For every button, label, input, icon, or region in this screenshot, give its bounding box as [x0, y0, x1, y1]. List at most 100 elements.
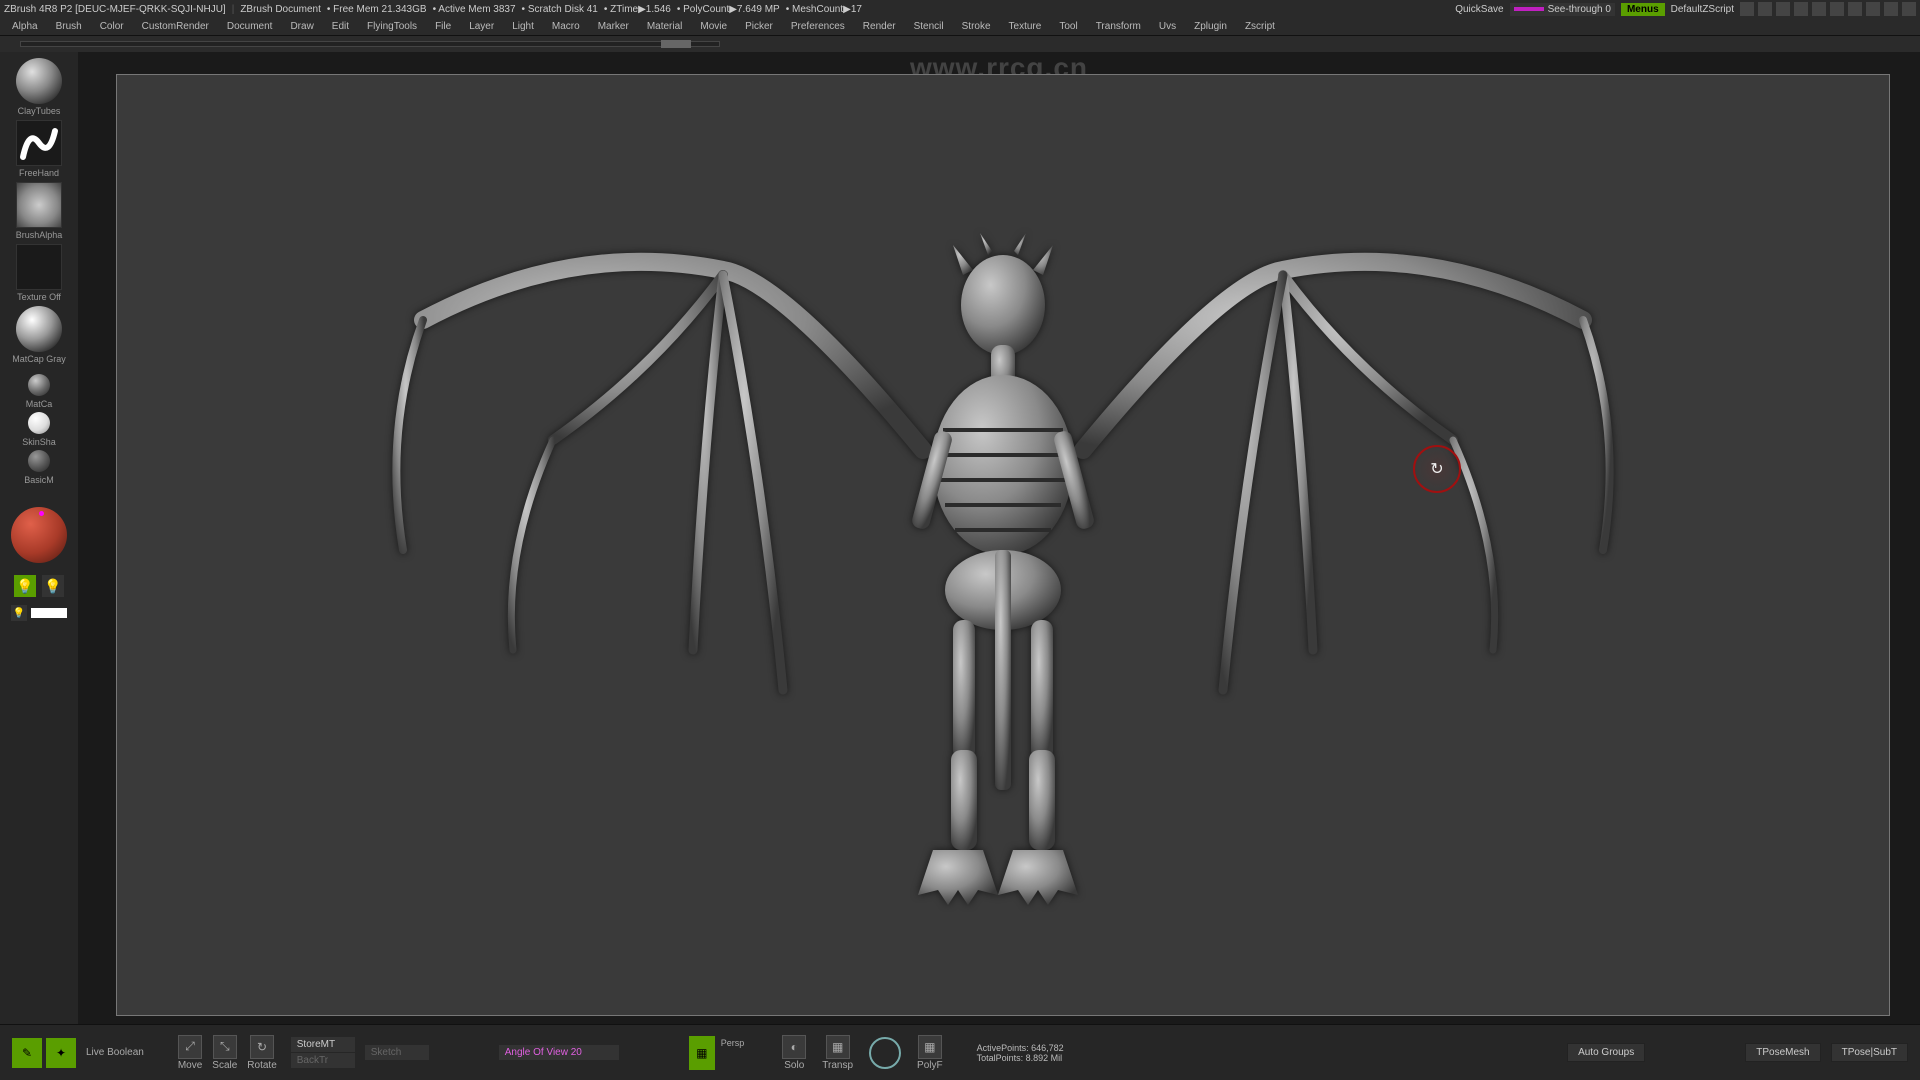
- menu-alpha[interactable]: Alpha: [4, 21, 46, 32]
- menu-file[interactable]: File: [427, 21, 459, 32]
- menu-layer[interactable]: Layer: [461, 21, 502, 32]
- stat-ztime: • ZTime▶1.546: [604, 4, 671, 15]
- menu-edit[interactable]: Edit: [324, 21, 357, 32]
- brush-cursor: [1413, 445, 1461, 493]
- menu-stencil[interactable]: Stencil: [906, 21, 952, 32]
- persp-button[interactable]: ▦: [689, 1036, 715, 1070]
- brush-preview-icon: [16, 58, 62, 104]
- recent-material-3[interactable]: [28, 450, 50, 472]
- title-bar: ZBrush 4R8 P2 [DEUC-MJEF-QRKK-SQJI-NHJU]…: [0, 0, 1920, 18]
- texture-icon: [16, 244, 62, 290]
- menu-movie[interactable]: Movie: [692, 21, 735, 32]
- stat-free-mem: • Free Mem 21.343GB: [327, 4, 427, 15]
- doc-title: ZBrush Document: [240, 4, 321, 15]
- menu-customrender[interactable]: CustomRender: [134, 21, 217, 32]
- grid-icon[interactable]: [1740, 2, 1754, 16]
- matcap-icon: [16, 306, 62, 352]
- timeline-row: [0, 36, 1920, 52]
- brush-selector[interactable]: ClayTubes: [16, 58, 62, 116]
- recent-material-2[interactable]: [28, 412, 50, 434]
- menu-marker[interactable]: Marker: [590, 21, 637, 32]
- menu-tool[interactable]: Tool: [1051, 21, 1085, 32]
- light-intensity-slider[interactable]: [31, 608, 67, 618]
- see-through-slider[interactable]: See-through 0: [1510, 3, 1615, 16]
- menu-render[interactable]: Render: [855, 21, 904, 32]
- timeline-slider[interactable]: [20, 41, 720, 47]
- menu-picker[interactable]: Picker: [737, 21, 781, 32]
- polyf-button[interactable]: ▦PolyF: [913, 1033, 947, 1073]
- menu-material[interactable]: Material: [639, 21, 691, 32]
- layout2-icon[interactable]: [1776, 2, 1790, 16]
- stroke-selector[interactable]: FreeHand: [16, 120, 62, 178]
- edit-mode-button[interactable]: ✎: [12, 1038, 42, 1068]
- stroke-label: FreeHand: [19, 168, 59, 178]
- light-on-icon[interactable]: 💡: [14, 575, 36, 597]
- alpha-icon: [16, 182, 62, 228]
- help-icon[interactable]: [1812, 2, 1826, 16]
- rotate-button[interactable]: ↻Rotate: [243, 1033, 280, 1073]
- defaultzscript-button[interactable]: DefaultZScript: [1671, 4, 1734, 15]
- stat-meshcount: • MeshCount▶17: [786, 4, 862, 15]
- model-preview: [223, 130, 1783, 960]
- recent-material-1[interactable]: [28, 374, 50, 396]
- bottom-shelf: ✎ ✦ Live Boolean ⤢Move ⤡Scale ↻Rotate St…: [0, 1024, 1920, 1080]
- solo-button[interactable]: ◐Solo: [778, 1033, 810, 1073]
- light-small-icon[interactable]: 💡: [11, 605, 27, 621]
- menu-document[interactable]: Document: [219, 21, 281, 32]
- tposesubt-button[interactable]: TPose|SubT: [1831, 1043, 1908, 1062]
- storemt-field[interactable]: StoreMT: [291, 1037, 355, 1052]
- window-controls: [1740, 2, 1916, 16]
- stat-scratch: • Scratch Disk 41: [522, 4, 598, 15]
- scale-button[interactable]: ⤡Scale: [208, 1033, 241, 1073]
- menu-texture[interactable]: Texture: [1001, 21, 1050, 32]
- menu-uvs[interactable]: Uvs: [1151, 21, 1184, 32]
- stroke-icon: [16, 120, 62, 166]
- texture-label: Texture Off: [17, 292, 61, 302]
- menu-brush[interactable]: Brush: [48, 21, 90, 32]
- axis-gizmo[interactable]: [867, 1035, 903, 1071]
- material-label: MatCap Gray: [12, 354, 66, 364]
- menu-flyingtools[interactable]: FlyingTools: [359, 21, 425, 32]
- autogroups-button[interactable]: Auto Groups: [1567, 1043, 1645, 1062]
- sketch-button[interactable]: Sketch: [365, 1045, 429, 1060]
- poly-stats: ActivePoints: 646,782 TotalPoints: 8.892…: [977, 1043, 1064, 1063]
- material-selector[interactable]: MatCap Gray: [12, 306, 66, 364]
- refresh-icon[interactable]: [1848, 2, 1862, 16]
- layout-icon[interactable]: [1758, 2, 1772, 16]
- transp-button[interactable]: ▦Transp: [818, 1033, 857, 1073]
- canvas-wrap: www.rrcg.cn: [78, 52, 1920, 1024]
- app-title: ZBrush 4R8 P2 [DEUC-MJEF-QRKK-SQJI-NHJU]: [4, 4, 226, 15]
- alpha-selector[interactable]: BrushAlpha: [16, 182, 63, 240]
- menu-draw[interactable]: Draw: [282, 21, 321, 32]
- alpha-label: BrushAlpha: [16, 230, 63, 240]
- left-palette: ClayTubes FreeHand BrushAlpha Texture Of…: [0, 52, 78, 1024]
- tposemesh-button[interactable]: TPoseMesh: [1745, 1043, 1820, 1062]
- light-secondary-icon[interactable]: 💡: [42, 575, 64, 597]
- menus-button[interactable]: Menus: [1621, 3, 1665, 16]
- menu-transform[interactable]: Transform: [1088, 21, 1149, 32]
- quicksave-button[interactable]: QuickSave: [1455, 4, 1503, 15]
- texture-selector[interactable]: Texture Off: [16, 244, 62, 302]
- stat-active-mem: • Active Mem 3837: [433, 4, 516, 15]
- menu-light[interactable]: Light: [504, 21, 542, 32]
- menu-macro[interactable]: Macro: [544, 21, 588, 32]
- brush-label: ClayTubes: [18, 106, 61, 116]
- angle-of-view-field[interactable]: Angle Of View 20: [499, 1045, 619, 1060]
- backtr-field[interactable]: BackTr: [291, 1053, 355, 1068]
- menu-zplugin[interactable]: Zplugin: [1186, 21, 1235, 32]
- move-button[interactable]: ⤢Move: [174, 1033, 206, 1073]
- draw-mode-button[interactable]: ✦: [46, 1038, 76, 1068]
- menu-preferences[interactable]: Preferences: [783, 21, 853, 32]
- color-picker[interactable]: [11, 507, 67, 563]
- menu-stroke[interactable]: Stroke: [954, 21, 999, 32]
- viewport[interactable]: [116, 74, 1890, 1016]
- live-boolean-button[interactable]: Live Boolean: [86, 1047, 144, 1058]
- close-icon[interactable]: [1902, 2, 1916, 16]
- menu-color[interactable]: Color: [92, 21, 132, 32]
- menu-zscript[interactable]: Zscript: [1237, 21, 1283, 32]
- layout3-icon[interactable]: [1794, 2, 1808, 16]
- minimize-icon[interactable]: [1866, 2, 1880, 16]
- maximize-icon[interactable]: [1884, 2, 1898, 16]
- settings-icon[interactable]: [1830, 2, 1844, 16]
- stat-polycount: • PolyCount▶7.649 MP: [677, 4, 780, 15]
